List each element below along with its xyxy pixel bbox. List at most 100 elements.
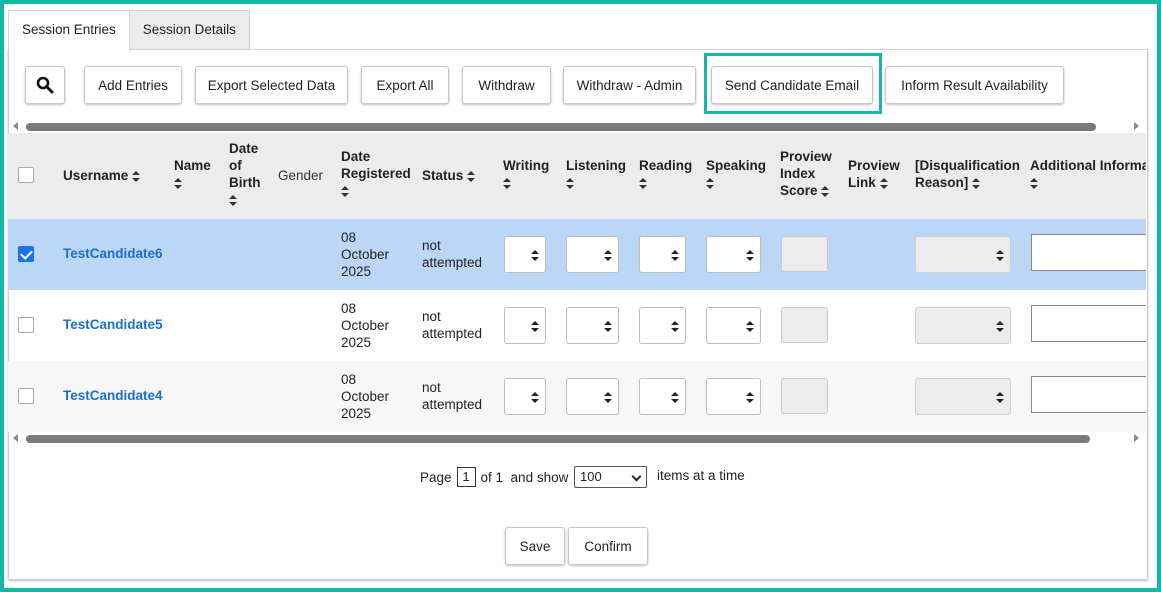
sort-icon[interactable]: [566, 177, 574, 189]
disqualification-reason-select: [915, 236, 1011, 273]
withdraw-admin-button[interactable]: Withdraw - Admin: [563, 66, 696, 104]
header-date-registered[interactable]: Date Registered: [341, 148, 411, 199]
status-line2: attempted: [422, 397, 483, 412]
sort-icon[interactable]: [639, 177, 647, 189]
username-link[interactable]: TestCandidate5: [63, 317, 163, 332]
table-row[interactable]: TestCandidate6 08 October 2025 not attempte…: [8, 219, 1146, 290]
row-checkbox[interactable]: [18, 388, 34, 404]
header-disq-line1: [Disqualification: [915, 158, 1021, 173]
listening-select[interactable]: [566, 378, 619, 415]
row-checkbox[interactable]: [18, 317, 34, 333]
sort-icon[interactable]: [132, 170, 141, 182]
header-status[interactable]: Status: [422, 167, 476, 184]
status-text: not attempted: [422, 308, 482, 342]
header-proview-link[interactable]: Proview Link: [848, 157, 900, 191]
header-disqualification-reason[interactable]: [Disqualification Reason]: [915, 157, 1020, 191]
writing-select[interactable]: [504, 307, 546, 344]
status-line1: not: [422, 309, 441, 324]
username-link[interactable]: TestCandidate6: [63, 246, 163, 261]
header-proview-index-score[interactable]: Proview Index Score: [780, 148, 832, 199]
scroll-left-icon[interactable]: [13, 434, 18, 442]
header-proview-line3: Score: [780, 183, 818, 198]
sort-icon[interactable]: [503, 177, 511, 189]
header-reading[interactable]: Reading: [639, 157, 692, 191]
search-button[interactable]: [25, 66, 65, 104]
select-arrows-icon: [746, 250, 754, 261]
export-all-button[interactable]: Export All: [361, 66, 449, 104]
header-date-of-birth[interactable]: Date of Birth: [229, 140, 261, 208]
additional-information-input[interactable]: [1031, 376, 1146, 413]
disqualification-reason-select: [915, 378, 1011, 415]
reading-select[interactable]: [639, 236, 686, 273]
items-per-page-select[interactable]: 100: [574, 466, 647, 488]
withdraw-button[interactable]: Withdraw: [462, 66, 551, 104]
writing-select[interactable]: [504, 236, 546, 273]
sort-icon[interactable]: [1030, 177, 1038, 189]
row-checkbox[interactable]: [18, 246, 34, 262]
scrollbar-thumb[interactable]: [26, 435, 1090, 443]
date-day: 08: [341, 301, 357, 316]
header-plink-line1: Proview: [848, 158, 900, 173]
speaking-select[interactable]: [706, 307, 761, 344]
status-line1: not: [422, 380, 441, 395]
proview-index-score-field: [781, 236, 828, 272]
header-name-label: Name: [174, 158, 211, 173]
sort-icon[interactable]: [879, 177, 888, 189]
header-speaking[interactable]: Speaking: [706, 157, 766, 191]
sort-icon[interactable]: [467, 170, 476, 182]
header-listening[interactable]: Listening: [566, 157, 626, 191]
header-additional-information[interactable]: Additional Information: [1030, 157, 1146, 191]
header-disq-line2: Reason]: [915, 175, 969, 190]
header-dob-line1: Date: [229, 141, 259, 156]
select-all-checkbox[interactable]: [18, 167, 34, 183]
speaking-select[interactable]: [706, 236, 761, 273]
writing-select[interactable]: [504, 378, 546, 415]
date-year: 2025: [341, 335, 372, 350]
sort-icon[interactable]: [229, 194, 237, 206]
sort-icon[interactable]: [341, 185, 349, 197]
table-row[interactable]: TestCandidate4 08 October 2025 not attempte…: [8, 361, 1146, 432]
inform-result-availability-button[interactable]: Inform Result Availability: [885, 66, 1064, 104]
reading-select[interactable]: [639, 307, 686, 344]
header-name[interactable]: Name: [174, 157, 211, 191]
table-bottom-scrollbar[interactable]: [8, 433, 1144, 445]
listening-select[interactable]: [566, 236, 619, 273]
speaking-select[interactable]: [706, 378, 761, 415]
additional-information-input[interactable]: [1031, 234, 1146, 271]
reading-select[interactable]: [639, 378, 686, 415]
confirm-button[interactable]: Confirm: [568, 527, 648, 565]
date-registered: 08 October 2025: [341, 229, 389, 280]
username-link[interactable]: TestCandidate4: [63, 388, 163, 403]
sort-icon[interactable]: [706, 177, 714, 189]
header-username[interactable]: Username: [63, 167, 141, 184]
search-icon: [36, 76, 54, 94]
select-arrows-icon: [531, 392, 539, 403]
select-arrows-icon: [531, 321, 539, 332]
table-row[interactable]: TestCandidate5 08 October 2025 not attempte…: [8, 290, 1146, 361]
sort-icon[interactable]: [174, 177, 182, 189]
header-datereg-line1: Date: [341, 149, 371, 164]
select-arrows-icon: [604, 392, 612, 403]
date-registered: 08 October 2025: [341, 371, 389, 422]
page-number-input[interactable]: 1: [456, 467, 476, 487]
scrollbar-thumb[interactable]: [26, 123, 1096, 131]
save-button[interactable]: Save: [505, 527, 565, 565]
scroll-right-icon[interactable]: [1134, 122, 1139, 130]
sort-icon[interactable]: [821, 185, 830, 197]
export-selected-data-button[interactable]: Export Selected Data: [195, 66, 348, 104]
tab-bar: Session Entries Session Details: [8, 10, 250, 51]
listening-select[interactable]: [566, 307, 619, 344]
header-writing[interactable]: Writing: [503, 157, 549, 191]
table-top-scrollbar[interactable]: [8, 121, 1144, 133]
add-entries-button[interactable]: Add Entries: [84, 66, 182, 104]
chevron-down-icon: [631, 471, 642, 482]
tab-session-entries[interactable]: Session Entries: [8, 10, 130, 51]
date-registered: 08 October 2025: [341, 300, 389, 351]
additional-information-input[interactable]: [1031, 305, 1146, 342]
sort-icon[interactable]: [972, 177, 981, 189]
tab-session-details[interactable]: Session Details: [128, 10, 250, 50]
scroll-right-icon[interactable]: [1134, 434, 1139, 442]
scroll-left-icon[interactable]: [13, 122, 18, 130]
date-day: 08: [341, 372, 357, 387]
header-additional-label: Additional Information: [1030, 158, 1146, 173]
